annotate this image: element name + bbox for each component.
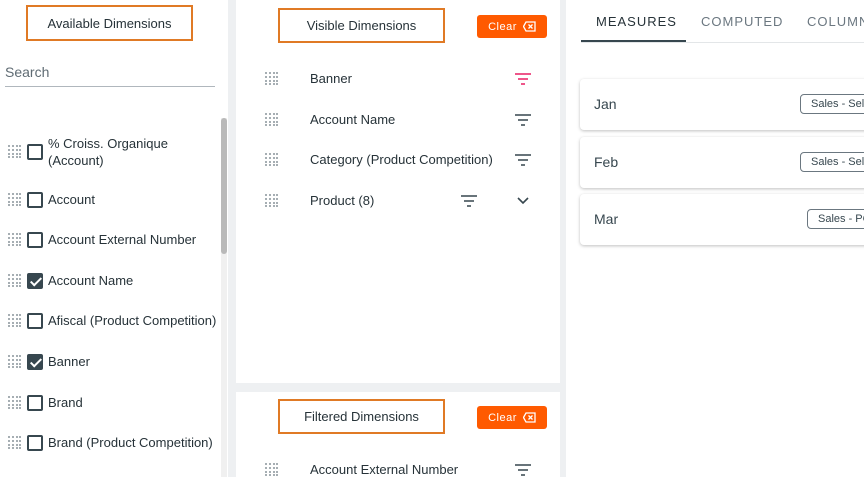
dimension-item-afiscal[interactable]: Afiscal (Product Competition) [0,311,222,331]
dimension-label-line2: (Account) [48,153,104,168]
drag-handle-icon[interactable] [265,153,278,166]
measure-card-mar[interactable]: Mar Sales - PC [580,194,864,245]
available-dimensions-panel: Available Dimensions % Croiss. Organique… [0,0,228,477]
checkbox[interactable] [27,313,43,329]
drag-handle-icon[interactable] [8,145,21,158]
drag-handle-icon[interactable] [265,463,278,476]
drag-handle-icon[interactable] [8,436,21,449]
measure-chip[interactable]: Sales - Sell [800,94,864,114]
dimension-item-brand[interactable]: Brand [0,393,222,413]
chevron-down-icon[interactable] [517,197,529,205]
dimension-label: Account Name [48,273,134,288]
active-tab-indicator [581,40,686,42]
dimension-label: % Croiss. Organique (Account) [48,135,168,169]
dimension-label-line1: % Croiss. Organique [48,136,168,151]
visible-dimension-category[interactable]: Category (Product Competition) [236,148,560,172]
filtered-dimensions-title: Filtered Dimensions [278,399,445,434]
drag-handle-icon[interactable] [265,194,278,207]
checkbox[interactable] [27,192,43,208]
dimension-label: Banner [310,71,352,86]
dimension-label: Account External Number [310,462,459,477]
tab-measures[interactable]: MEASURES [596,14,677,29]
measure-label: Feb [594,154,619,170]
dimension-label: Product (8) [310,193,375,208]
clear-x-icon [522,412,536,423]
checkbox-checked[interactable] [27,273,43,289]
drag-handle-icon[interactable] [8,274,21,287]
visible-dimension-product[interactable]: Product (8) [236,189,560,213]
clear-visible-button[interactable]: Clear [477,15,547,38]
checkbox[interactable] [27,435,43,451]
visible-dimension-banner[interactable]: Banner [236,67,560,91]
checkbox[interactable] [27,144,43,160]
dimension-item-banner[interactable]: Banner [0,352,222,372]
dimension-label: Brand [48,395,83,410]
measure-chip[interactable]: Sales - PC [807,209,864,229]
drag-handle-icon[interactable] [265,72,278,85]
dimension-label: Brand (Product Competition) [48,435,213,450]
dimension-label: Account Name [310,112,396,127]
filtered-dimension-account-external-number[interactable]: Account External Number [236,458,560,477]
filter-icon[interactable] [461,195,477,207]
filter-icon[interactable] [515,464,531,476]
dimension-label: Afiscal (Product Competition) [48,313,217,328]
drag-handle-icon[interactable] [8,233,21,246]
tab-computed[interactable]: COMPUTED [701,14,783,29]
tab-column[interactable]: COLUMN [807,14,864,29]
visible-dimensions-title: Visible Dimensions [278,8,445,43]
clear-filtered-button[interactable]: Clear [477,406,547,429]
checkbox[interactable] [27,395,43,411]
filter-icon-active[interactable] [515,73,531,85]
dimension-label: Account External Number [48,232,197,247]
dimension-item-croiss-organique[interactable]: % Croiss. Organique (Account) [0,135,222,169]
drag-handle-icon[interactable] [8,193,21,206]
drag-handle-icon[interactable] [8,314,21,327]
checkbox[interactable] [27,232,43,248]
measure-card-feb[interactable]: Feb Sales - Sell [580,137,864,188]
dimension-label: Account [48,192,95,207]
dimension-item-account-name[interactable]: Account Name [0,271,222,291]
tab-divider [581,42,864,43]
visible-dimension-account-name[interactable]: Account Name [236,108,560,132]
dimension-label: Category (Product Competition) [310,152,493,167]
dimension-item-account-external-number[interactable]: Account External Number [0,230,222,250]
dimension-item-account[interactable]: Account [0,190,222,210]
dimension-label: Banner [48,354,90,369]
app-root: Available Dimensions % Croiss. Organique… [0,0,864,477]
filter-icon[interactable] [515,154,531,166]
dimension-item-brand-product-competition[interactable]: Brand (Product Competition) [0,433,222,453]
measure-chip[interactable]: Sales - Sell [800,152,864,172]
drag-handle-icon[interactable] [265,113,278,126]
filter-icon[interactable] [515,114,531,126]
search-input[interactable] [5,58,215,87]
drag-handle-icon[interactable] [8,396,21,409]
measure-label: Mar [594,211,619,227]
drag-handle-icon[interactable] [8,355,21,368]
measure-label: Jan [594,96,617,112]
measure-card-jan[interactable]: Jan Sales - Sell [580,79,864,130]
checkbox-checked[interactable] [27,354,43,370]
clear-x-icon [522,21,536,32]
clear-label: Clear [488,411,517,424]
scrollbar-thumb[interactable] [221,118,227,254]
clear-label: Clear [488,20,517,33]
available-dimensions-title: Available Dimensions [26,5,193,41]
